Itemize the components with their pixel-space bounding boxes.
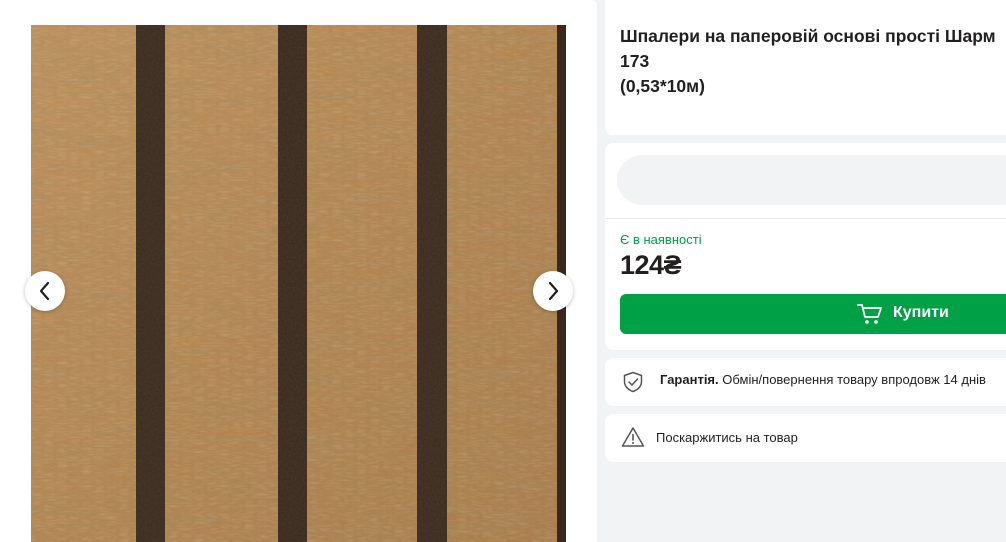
product-price: 124₴ xyxy=(620,250,682,281)
complain-link[interactable]: Поскаржитись на товар xyxy=(656,430,798,445)
warranty-card: Гарантія. Обмін/повернення товару впродо… xyxy=(605,358,1006,406)
wallpaper-image xyxy=(31,25,566,542)
chevron-right-icon xyxy=(548,281,559,301)
buy-button[interactable]: Купити xyxy=(620,294,1006,334)
availability-status: Є в наявності xyxy=(620,232,702,247)
product-title-card: Шпалери на паперовій основі прості Шарм … xyxy=(605,0,1006,135)
warranty-text: Гарантія. Обмін/повернення товару впродо… xyxy=(660,372,986,387)
price-value: 124 xyxy=(620,250,664,280)
shield-check-icon xyxy=(623,371,643,393)
cart-icon xyxy=(857,304,882,324)
warranty-label: Гарантія. xyxy=(660,372,719,387)
warning-icon xyxy=(621,427,645,447)
variant-selector[interactable] xyxy=(617,155,1006,205)
product-title: Шпалери на паперовій основі прості Шарм … xyxy=(620,26,996,96)
gallery-next-button[interactable] xyxy=(533,271,573,311)
divider xyxy=(605,218,1006,219)
product-gallery xyxy=(0,0,597,542)
buy-button-label: Купити xyxy=(893,304,949,321)
warranty-description: Обмін/повернення товару впродовж 14 днів xyxy=(722,372,986,387)
chevron-left-icon xyxy=(39,281,50,301)
gallery-prev-button[interactable] xyxy=(25,271,65,311)
product-photo[interactable] xyxy=(31,25,566,542)
price-currency: ₴ xyxy=(663,250,682,280)
purchase-card: Є в наявності 124₴ Купити xyxy=(605,143,1006,350)
complain-card[interactable]: Поскаржитись на товар xyxy=(605,414,1006,462)
